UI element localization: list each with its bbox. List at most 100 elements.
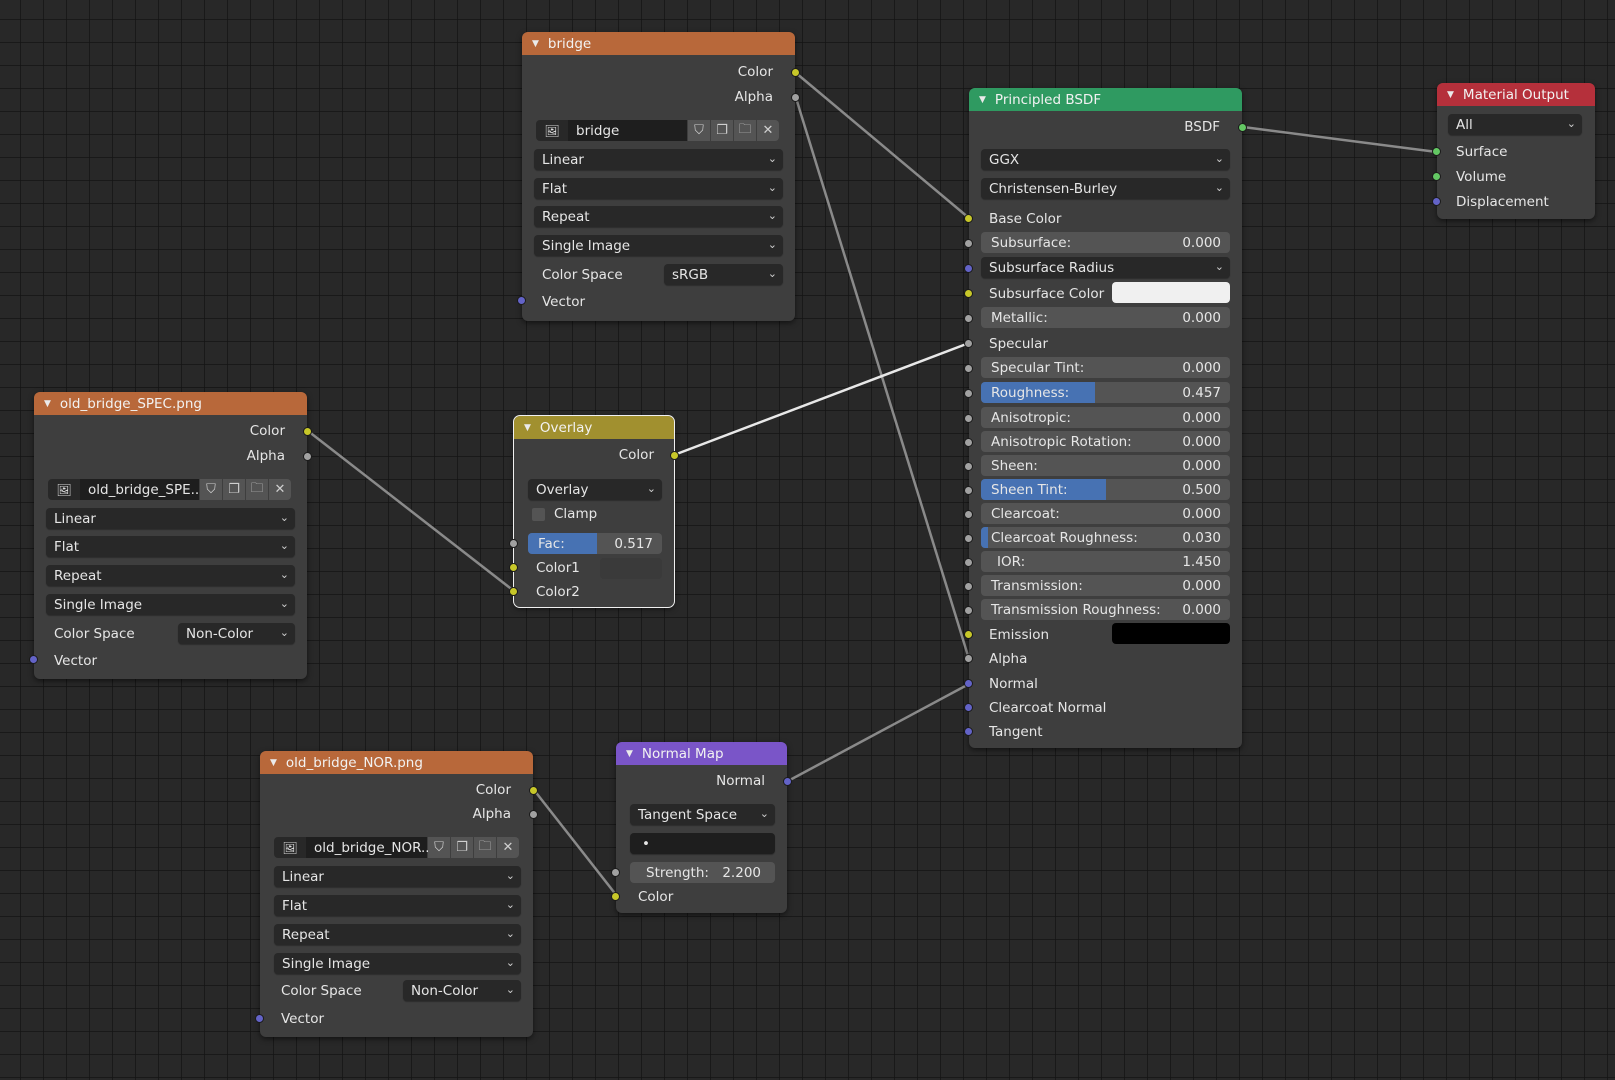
fake-user-icon[interactable]: ⛉ <box>428 837 450 858</box>
unlink-icon[interactable]: ✕ <box>269 479 291 500</box>
duplicate-icon[interactable]: ❐ <box>223 479 245 500</box>
collapse-icon[interactable]: ▼ <box>524 423 531 433</box>
metallic-slider[interactable]: Metallic: 0.000 <box>981 307 1230 328</box>
link-nor-color-to-normalmap-color[interactable] <box>533 789 618 897</box>
node-image-texture-spec[interactable]: ▼ old_bridge_SPEC.png Color Alpha 🖼 old_… <box>29 392 312 679</box>
subsurface-radius-dropdown[interactable]: Subsurface Radius ⌄ <box>981 257 1230 278</box>
node-image-texture-nor[interactable]: ▼ old_bridge_NOR.png Color Alpha 🖼 old_b… <box>255 751 538 1037</box>
projection-dropdown[interactable]: Flat ⌄ <box>534 178 783 199</box>
clearcoat-roughness-slider[interactable]: Clearcoat Roughness: 0.030 <box>981 527 1230 548</box>
link-bsdf-to-surface[interactable] <box>1242 125 1438 154</box>
node-header[interactable]: ▼ bridge <box>522 32 795 55</box>
uv-map-field[interactable]: • <box>630 833 775 854</box>
socket-metallic-input[interactable] <box>964 314 973 323</box>
socket-specular-input[interactable] <box>964 339 973 348</box>
source-dropdown[interactable]: Single Image ⌄ <box>534 235 783 256</box>
color-space-dropdown[interactable]: Non-Color ⌄ <box>403 980 521 1001</box>
fake-user-icon[interactable]: ⛉ <box>200 479 222 500</box>
transmission-roughness-slider[interactable]: Transmission Roughness: 0.000 <box>981 599 1230 620</box>
socket-color1-input[interactable] <box>509 563 518 572</box>
projection-dropdown[interactable]: Flat ⌄ <box>274 895 521 916</box>
collapse-icon[interactable]: ▼ <box>44 399 51 409</box>
extension-dropdown[interactable]: Repeat ⌄ <box>46 565 295 586</box>
node-header[interactable]: ▼ old_bridge_SPEC.png <box>34 392 307 415</box>
link-spec-color-to-overlay-color2[interactable] <box>307 430 515 592</box>
collapse-icon[interactable]: ▼ <box>270 758 277 768</box>
open-folder-icon[interactable]: 🗀 <box>246 479 268 500</box>
sheen-slider[interactable]: Sheen: 0.000 <box>981 455 1230 476</box>
open-folder-icon[interactable]: 🗀 <box>734 120 756 141</box>
socket-displacement-input[interactable] <box>1432 197 1441 206</box>
socket-color-output[interactable] <box>303 427 312 436</box>
specular-tint-slider[interactable]: Specular Tint: 0.000 <box>981 357 1230 378</box>
socket-emission-input[interactable] <box>964 630 973 639</box>
extension-dropdown[interactable]: Repeat ⌄ <box>534 206 783 227</box>
image-name-field[interactable]: old_bridge_NOR.. <box>306 837 430 858</box>
clearcoat-slider[interactable]: Clearcoat: 0.000 <box>981 503 1230 524</box>
socket-sheen-tint-input[interactable] <box>964 486 973 495</box>
sheen-tint-slider[interactable]: Sheen Tint: 0.500 <box>981 479 1230 500</box>
socket-vector-input[interactable] <box>517 296 526 305</box>
socket-subsurface-color-input[interactable] <box>964 289 973 298</box>
node-header[interactable]: ▼ Overlay <box>514 416 674 439</box>
color-space-dropdown[interactable]: Non-Color ⌄ <box>178 623 295 644</box>
socket-alpha-output[interactable] <box>791 93 800 102</box>
socket-anisotropic-rotation-input[interactable] <box>964 438 973 447</box>
socket-base-color-input[interactable] <box>964 214 973 223</box>
collapse-icon[interactable]: ▼ <box>532 39 539 49</box>
color1-swatch[interactable] <box>600 558 662 579</box>
link-bridge-alpha-to-alpha[interactable] <box>794 97 971 660</box>
socket-sheen-input[interactable] <box>964 462 973 471</box>
socket-alpha-output[interactable] <box>303 452 312 461</box>
interpolation-dropdown[interactable]: Linear ⌄ <box>534 149 783 170</box>
anisotropic-rotation-slider[interactable]: Anisotropic Rotation: 0.000 <box>981 431 1230 452</box>
socket-vector-input[interactable] <box>255 1014 264 1023</box>
link-bridge-color-to-base-color[interactable] <box>795 72 970 219</box>
anisotropic-slider[interactable]: Anisotropic: 0.000 <box>981 407 1230 428</box>
projection-dropdown[interactable]: Flat ⌄ <box>46 536 295 557</box>
subsurface-color-swatch[interactable] <box>1112 282 1230 303</box>
interpolation-dropdown[interactable]: Linear ⌄ <box>274 866 521 887</box>
image-name-field[interactable]: old_bridge_SPE.. <box>80 479 199 500</box>
socket-color2-input[interactable] <box>509 587 518 596</box>
socket-fac-input[interactable] <box>509 539 518 548</box>
source-dropdown[interactable]: Single Image ⌄ <box>274 953 521 974</box>
duplicate-icon[interactable]: ❐ <box>451 837 473 858</box>
socket-bsdf-output[interactable] <box>1238 123 1247 132</box>
clamp-checkbox[interactable] <box>532 508 545 521</box>
socket-volume-input[interactable] <box>1432 172 1441 181</box>
socket-ior-input[interactable] <box>964 558 973 567</box>
socket-strength-input[interactable] <box>611 868 620 877</box>
socket-tangent-input[interactable] <box>964 727 973 736</box>
node-normal-map[interactable]: ▼ Normal Map Normal Tangent Space ⌄ • Str… <box>611 742 792 913</box>
socket-color-output[interactable] <box>670 451 679 460</box>
socket-color-input[interactable] <box>611 892 620 901</box>
collapse-icon[interactable]: ▼ <box>979 95 986 105</box>
socket-transmission-roughness-input[interactable] <box>964 606 973 615</box>
socket-clearcoat-roughness-input[interactable] <box>964 534 973 543</box>
emission-color-swatch[interactable] <box>1112 623 1230 644</box>
node-principled-bsdf[interactable]: ▼ Principled BSDF BSDF GGX ⌄ Christensen-… <box>964 88 1247 748</box>
fac-slider[interactable]: Fac: 0.517 <box>528 533 662 554</box>
socket-subsurface-radius-input[interactable] <box>964 264 973 273</box>
strength-field[interactable]: Strength: 2.200 <box>630 862 775 883</box>
collapse-icon[interactable]: ▼ <box>626 749 633 759</box>
socket-specular-tint-input[interactable] <box>964 364 973 373</box>
collapse-icon[interactable]: ▼ <box>1447 90 1454 100</box>
socket-vector-input[interactable] <box>29 655 38 664</box>
ior-field[interactable]: IOR: 1.450 <box>981 551 1230 572</box>
socket-anisotropic-input[interactable] <box>964 414 973 423</box>
link-normalmap-normal-to-normal[interactable] <box>787 682 970 783</box>
image-type-icon[interactable]: 🖼 <box>48 479 80 500</box>
transmission-slider[interactable]: Transmission: 0.000 <box>981 575 1230 596</box>
socket-normal-output[interactable] <box>783 777 792 786</box>
socket-alpha-input[interactable] <box>964 654 973 663</box>
node-header[interactable]: ▼ old_bridge_NOR.png <box>260 751 533 774</box>
socket-roughness-input[interactable] <box>964 389 973 398</box>
open-folder-icon[interactable]: 🗀 <box>474 837 496 858</box>
socket-clearcoat-normal-input[interactable] <box>964 703 973 712</box>
image-type-icon[interactable]: 🖼 <box>536 120 568 141</box>
interpolation-dropdown[interactable]: Linear ⌄ <box>46 508 295 529</box>
source-dropdown[interactable]: Single Image ⌄ <box>46 594 295 615</box>
node-image-texture-bridge[interactable]: ▼ bridge Color Alpha 🖼 bridge ⛉ ❐ 🗀 ✕ Li… <box>517 32 800 321</box>
